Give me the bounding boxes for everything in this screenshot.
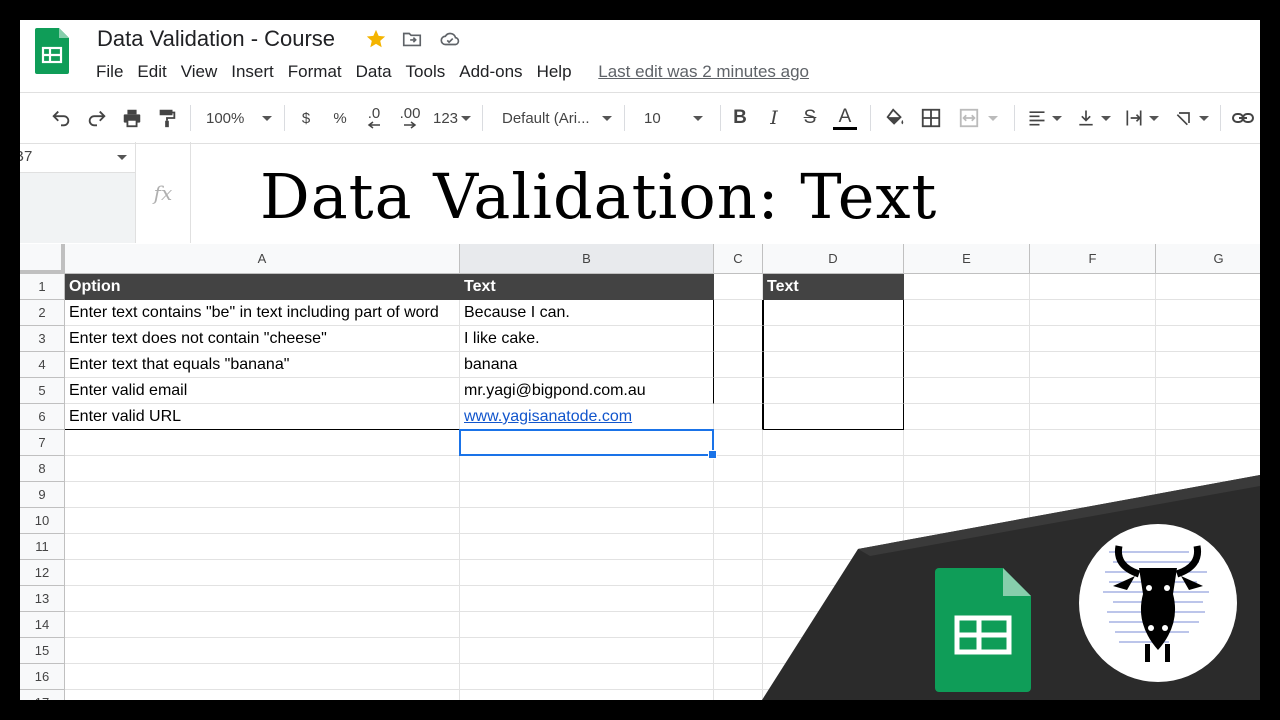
sheets-window: Data Validation - Course File Edit View Ins…	[20, 20, 1260, 700]
channel-avatar	[1079, 524, 1237, 682]
corner-overlay	[762, 475, 1260, 700]
goat-logo-icon	[1103, 545, 1209, 662]
google-sheets-logo-large	[935, 568, 1031, 692]
